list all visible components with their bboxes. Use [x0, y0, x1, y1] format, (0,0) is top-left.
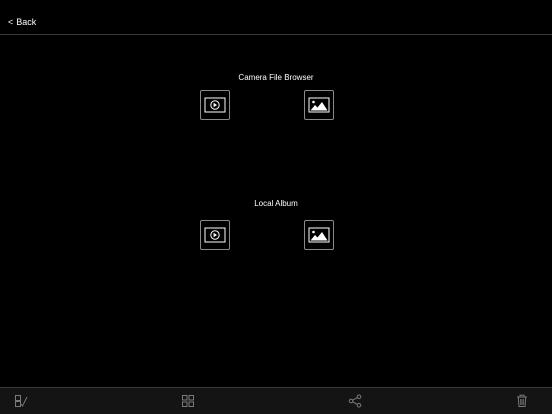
- bottom-toolbar: [0, 387, 552, 414]
- section-title-camera-file-browser: Camera File Browser: [238, 73, 314, 82]
- delete-button[interactable]: [515, 394, 529, 408]
- top-nav-bar: < Back: [0, 0, 552, 35]
- grid-view-icon: [182, 395, 194, 407]
- back-label: Back: [16, 17, 37, 27]
- share-icon: [348, 394, 362, 408]
- share-button[interactable]: [348, 394, 362, 408]
- back-button[interactable]: < Back: [8, 16, 36, 28]
- local-photo-tile[interactable]: [304, 220, 334, 250]
- camera-video-tile[interactable]: [200, 90, 230, 120]
- photo-landscape-icon: [308, 227, 330, 243]
- chevron-left-icon: <: [8, 17, 14, 27]
- camera-photo-tile[interactable]: [304, 90, 334, 120]
- select-button[interactable]: [14, 394, 28, 408]
- trash-icon: [517, 394, 527, 407]
- local-video-tile[interactable]: [200, 220, 230, 250]
- app-window: < Back Camera File Browser Local Album: [0, 0, 552, 414]
- section-title-local-album: Local Album: [254, 199, 298, 208]
- photo-landscape-icon: [308, 97, 330, 113]
- video-play-icon: [204, 97, 226, 113]
- grid-view-button[interactable]: [181, 394, 195, 408]
- select-checkbox-icon: [15, 395, 28, 407]
- video-play-icon: [204, 227, 226, 243]
